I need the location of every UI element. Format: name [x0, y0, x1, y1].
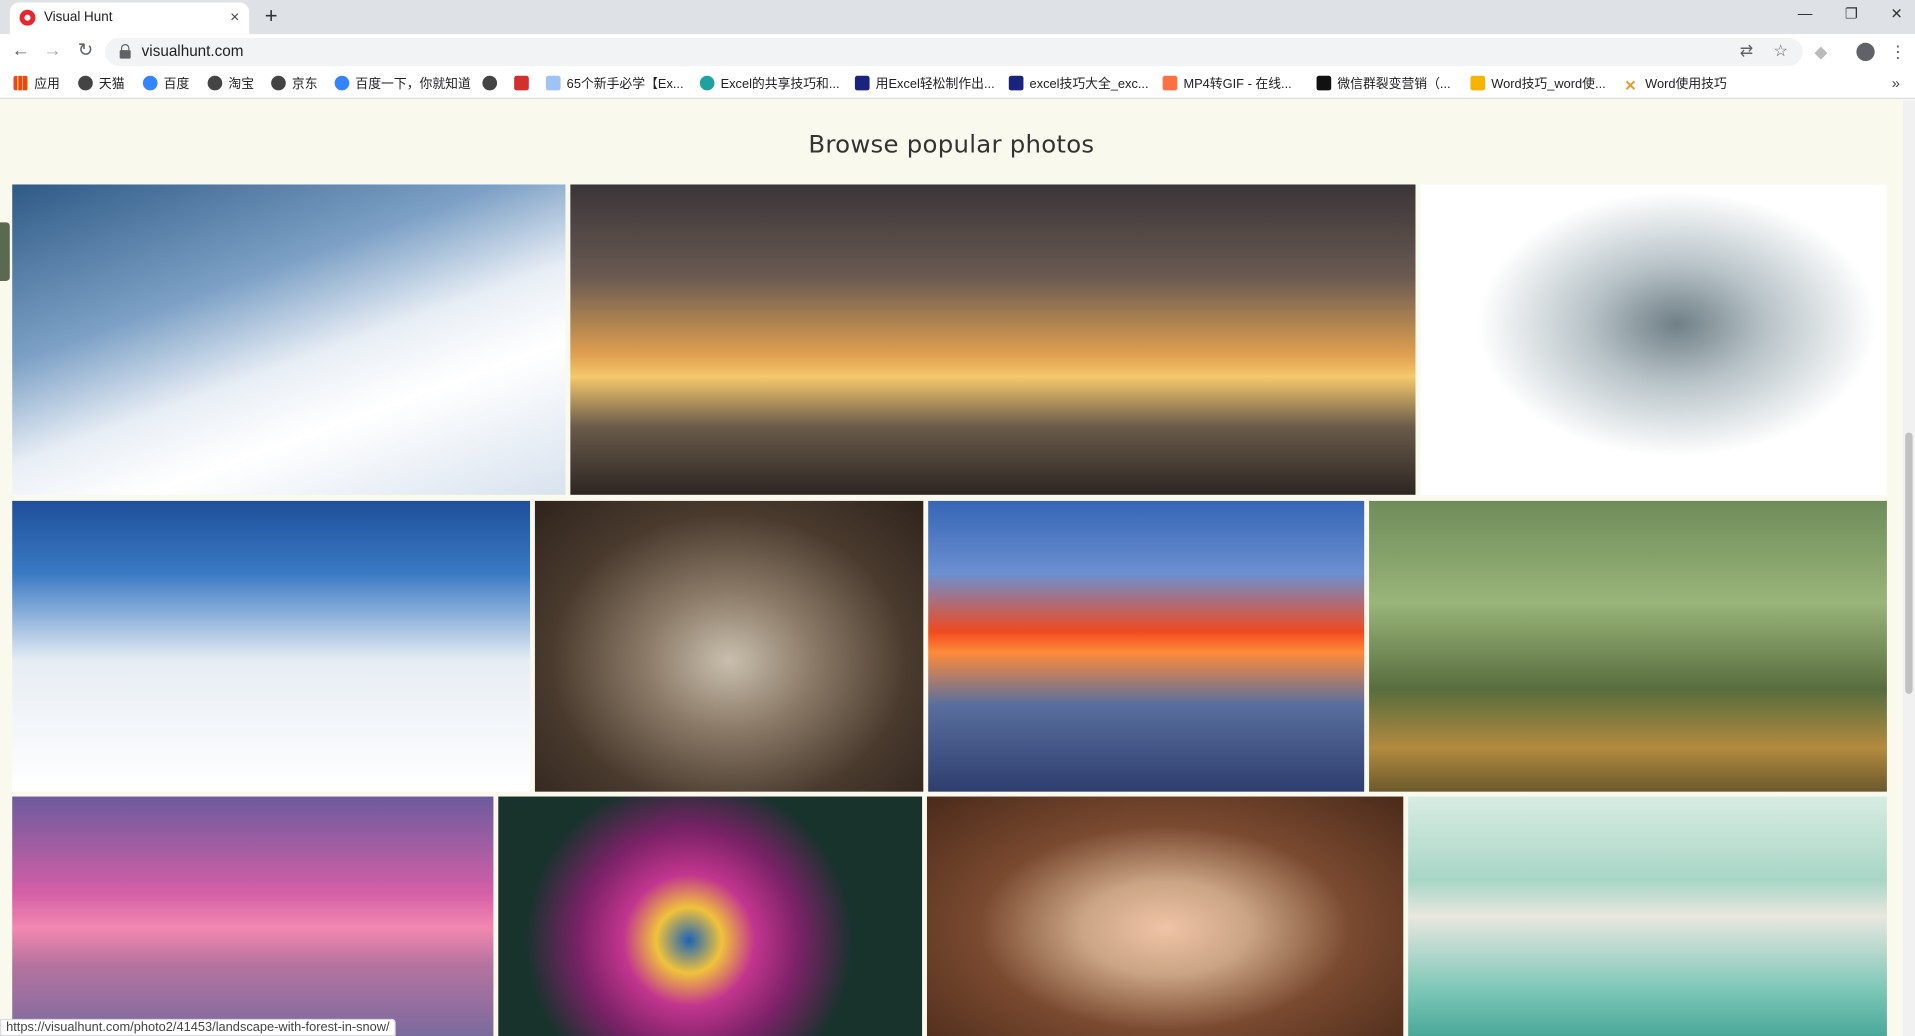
orange-icon	[1162, 75, 1178, 91]
scrollbar-thumb[interactable]	[1905, 432, 1913, 694]
bookmark-star-icon[interactable]: ☆	[1771, 42, 1791, 62]
tab-title: Visual Hunt	[43, 9, 113, 25]
restore-button[interactable]: ❐	[1839, 4, 1863, 24]
url-text: visualhunt.com	[141, 42, 244, 60]
page-heading: Browse popular photos	[808, 129, 1095, 159]
photo-pink-flower[interactable]	[498, 796, 923, 1036]
browser-window: Visual Hunt × + — ❐ ✕ ← → ↻ visualhunt.c…	[0, 0, 1915, 1036]
translate-icon[interactable]: ⇄	[1737, 42, 1757, 62]
page-content: Browse popular photos	[0, 100, 1915, 1036]
bookmark-word-usage[interactable]: ✕ Word使用技巧	[1624, 76, 1726, 94]
photo-snowy-slope[interactable]	[12, 184, 566, 495]
photo-child-leaves[interactable]	[926, 796, 1404, 1036]
photo-woman-car[interactable]	[1408, 796, 1887, 1036]
bookmark-excel-65[interactable]: 65个新手必学【Ex...	[545, 75, 684, 94]
yellow-icon	[1470, 75, 1486, 91]
bookmark-globe[interactable]	[482, 75, 503, 94]
bookmark-jd[interactable]: 京东	[271, 75, 318, 94]
photo-book-glasses[interactable]	[534, 500, 924, 792]
photo-dancer[interactable]	[1420, 184, 1887, 495]
bookmarks-bar: 应用 天猫 百度 淘宝 京东 百度一下，你就知道 65个新手必学【Ex... E…	[0, 69, 1915, 99]
tab-strip: Visual Hunt × + — ❐ ✕	[0, 0, 1915, 35]
address-bar[interactable]: visualhunt.com ⇄ ☆	[105, 37, 1803, 66]
tab-visual-hunt[interactable]: Visual Hunt ×	[9, 2, 250, 35]
page-scrollbar[interactable]	[1902, 100, 1915, 1036]
address-toolbar: ← → ↻ visualhunt.com ⇄ ☆ ◆ ⋮	[0, 34, 1915, 70]
bookmark-blue-icon	[1008, 75, 1024, 91]
baidu-paw-icon	[142, 75, 158, 91]
globe-icon	[482, 75, 498, 91]
close-window-button[interactable]: ✕	[1884, 4, 1908, 24]
photo-green-forest[interactable]	[1369, 500, 1887, 792]
bookmark-mp4-gif[interactable]: MP4转GIF - 在线...	[1162, 75, 1292, 94]
bookmark-tmall[interactable]: 天猫	[78, 75, 125, 94]
forward-arrow-icon[interactable]: →	[40, 39, 64, 63]
bookmark-taobao[interactable]: 淘宝	[207, 75, 254, 94]
close-tab-icon[interactable]: ×	[230, 7, 239, 27]
apps-grid-icon	[13, 75, 29, 91]
bookmark-baidu[interactable]: 百度	[142, 75, 189, 94]
minimize-button[interactable]: —	[1793, 4, 1817, 24]
reload-icon[interactable]: ↻	[73, 39, 97, 63]
photo-pink-lake[interactable]	[12, 796, 494, 1036]
new-tab-button[interactable]: +	[260, 4, 282, 28]
bookmarks-overflow-icon[interactable]: »	[1892, 75, 1900, 92]
back-arrow-icon[interactable]: ←	[9, 39, 33, 63]
extension-tag-icon[interactable]: ◆	[1810, 40, 1832, 62]
bookmark-excel-share[interactable]: Excel的共享技巧和...	[699, 75, 840, 94]
m-logo-icon	[1316, 75, 1332, 91]
bookmark-excel-make[interactable]: 用Excel轻松制作出...	[854, 75, 995, 94]
photo-snow-forest[interactable]	[12, 500, 531, 792]
bookmark-excel-tips[interactable]: excel技巧大全_exc...	[1008, 75, 1149, 94]
edge-icon	[699, 75, 715, 91]
lock-icon	[119, 43, 131, 59]
profile-avatar-icon[interactable]	[1856, 42, 1875, 62]
bookmark-word-tips[interactable]: Word技巧_word使...	[1470, 75, 1606, 94]
cross-icon: ✕	[1624, 76, 1637, 95]
bookmark-baidu-search[interactable]: 百度一下，你就知道	[334, 75, 471, 94]
photo-castle-sunset[interactable]	[570, 184, 1416, 495]
red-square-icon	[514, 75, 529, 91]
browser-menu-icon[interactable]: ⋮	[1887, 40, 1909, 62]
visual-hunt-favicon-icon	[19, 9, 36, 26]
photo-lake-sunset[interactable]	[928, 500, 1365, 792]
globe-icon	[78, 75, 93, 91]
page-icon	[545, 75, 561, 91]
status-bar-url: https://visualhunt.com/photo2/41453/land…	[0, 1018, 396, 1036]
bookmark-wechat[interactable]: 微信群裂变营销（...	[1316, 75, 1451, 94]
bookmark-blue-icon	[854, 75, 870, 91]
globe-icon	[271, 75, 286, 91]
globe-icon	[207, 75, 223, 91]
bookmark-apps[interactable]: 应用	[13, 75, 60, 94]
side-panel-handle[interactable]	[0, 222, 10, 281]
baidu-paw-icon	[334, 75, 350, 91]
bookmark-red[interactable]	[514, 75, 535, 94]
